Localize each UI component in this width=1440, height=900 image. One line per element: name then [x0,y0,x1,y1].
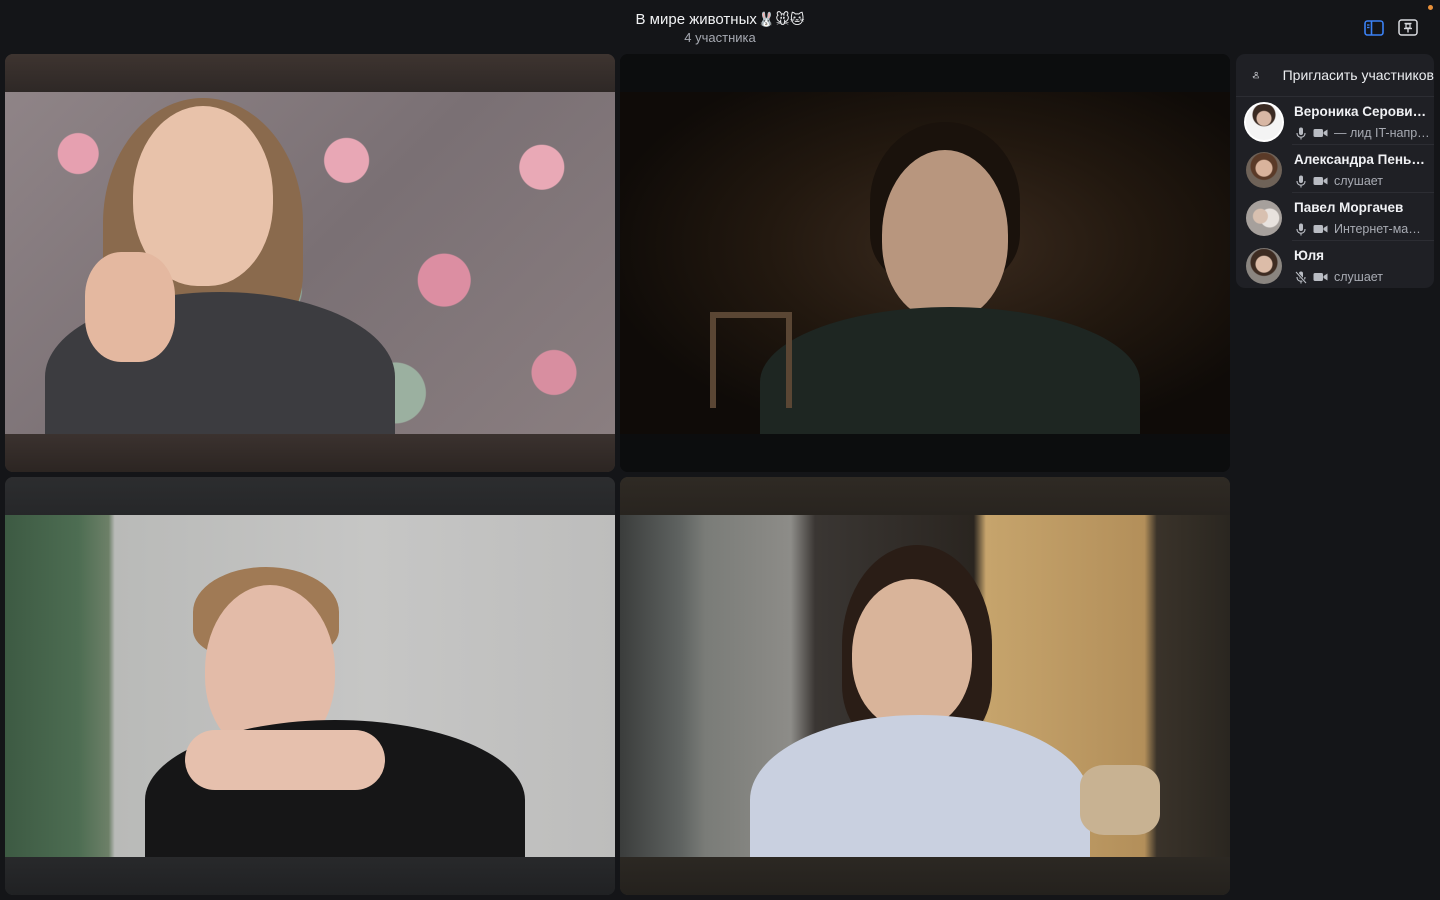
participants-count: 4 участника [684,30,756,45]
microphone-icon [1294,174,1308,188]
pin-icon [1398,19,1418,36]
video-tile[interactable] [620,477,1230,895]
add-person-icon [1252,71,1259,79]
notification-dot [1428,5,1433,10]
pin-button[interactable] [1396,16,1420,40]
participant-meta: слушает [1294,173,1430,189]
call-title: В мире животных🐰🐭🐱 [0,8,1440,31]
video-feed [5,92,615,434]
invite-participants-button[interactable]: Пригласить участников [1236,54,1434,97]
video-tile[interactable] [5,477,615,895]
participant-name: Александра Пеньк… [1294,152,1430,167]
microphone-muted-icon [1294,270,1308,284]
participant-row[interactable]: Павел Моргачев Интернет-ма… [1236,192,1434,240]
participant-name: Вероника Серови… [1294,104,1427,119]
camera-icon [1312,222,1328,236]
avatar [1246,248,1282,284]
video-feed [620,515,1230,857]
participant-meta: слушает [1294,269,1430,285]
camera-icon [1312,270,1328,284]
microphone-icon [1294,222,1308,236]
participant-name: Юля [1294,248,1325,263]
avatar [1246,104,1282,140]
video-tile[interactable] [620,54,1230,472]
participant-row[interactable]: Вероника Серови… — лид IT-напр… [1236,96,1434,144]
call-header: В мире животных🐰🐭🐱 4 участника [0,0,1440,52]
avatar [1246,152,1282,188]
invite-label: Пригласить участников [1282,67,1434,83]
participant-row[interactable]: Александра Пеньк… слушает [1236,144,1434,192]
video-feed [620,92,1230,434]
camera-icon [1312,174,1328,188]
sidebar-toggle-icon [1364,20,1384,36]
video-feed [5,515,615,857]
sidebar-toggle-button[interactable] [1362,16,1386,40]
participant-video [5,515,615,857]
participants-panel: Пригласить участников Вероника Серови… —… [1236,54,1434,288]
video-tile[interactable] [5,54,615,472]
participant-video [5,92,615,434]
participant-name: Павел Моргачев [1294,200,1404,215]
call-title-text: В мире животных [635,11,757,28]
participant-video [620,92,1230,434]
participant-status: — лид IT-напр… [1334,126,1430,140]
participant-status: слушает [1334,270,1384,284]
participant-row[interactable]: Юля слушает [1236,240,1434,288]
avatar [1246,200,1282,236]
call-title-emojis: 🐰🐭🐱 [757,11,805,27]
participant-meta: Интернет-ма… [1294,221,1430,237]
participant-meta: — лид IT-напр… [1294,125,1430,141]
microphone-icon [1294,126,1308,140]
participant-status: слушает [1334,174,1384,188]
participant-status: Интернет-ма… [1334,222,1421,236]
participant-video [620,515,1230,857]
camera-icon [1312,126,1328,140]
title-block: В мире животных🐰🐭🐱 4 участника [0,8,1440,46]
